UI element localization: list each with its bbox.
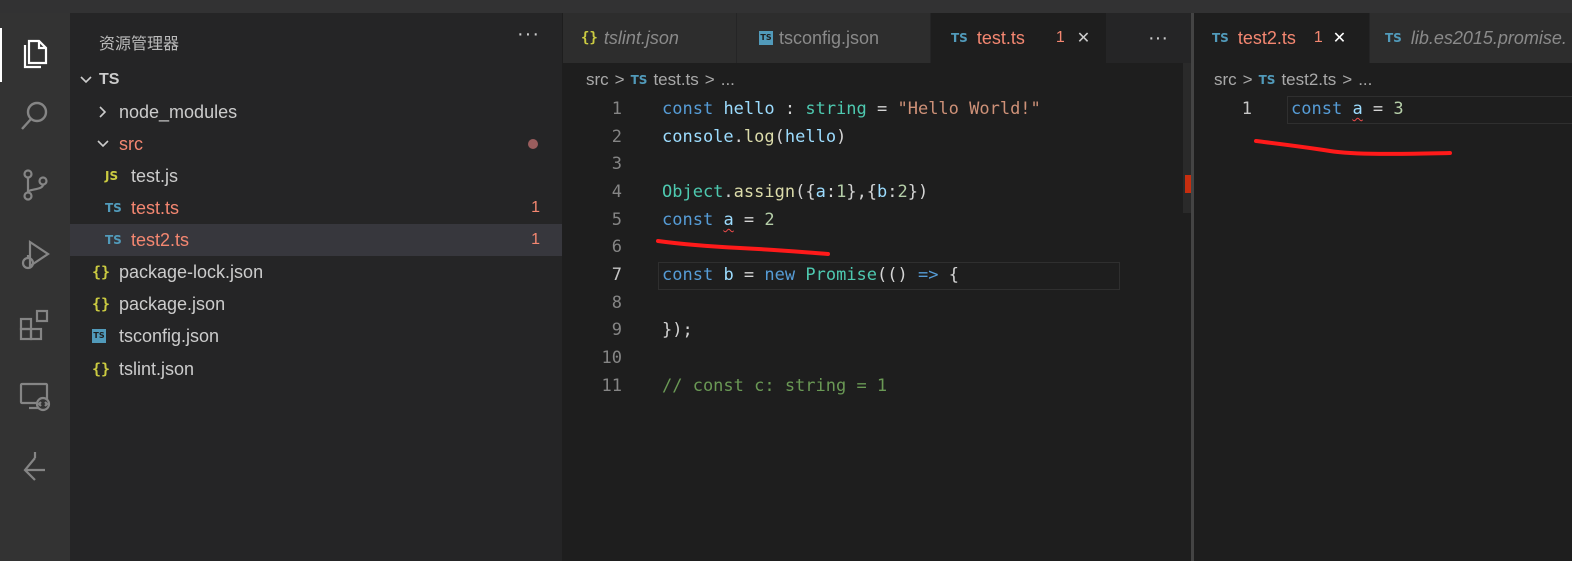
annotation-overlay xyxy=(656,139,1452,256)
red-underline-annotation xyxy=(1254,139,1452,156)
red-underline-annotation xyxy=(656,239,830,256)
